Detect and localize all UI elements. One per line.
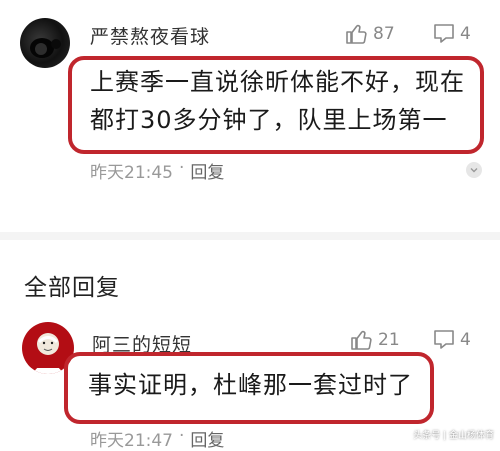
reply-link[interactable]: 回复 (190, 158, 224, 183)
reply-reply-count: 4 (460, 330, 471, 350)
watermark: 头条号 | 金山杨体育 (413, 431, 494, 441)
comment-meta: 昨天21:45 · 回复 (90, 158, 224, 183)
like-count: 87 (373, 24, 395, 44)
reply-like-button[interactable]: 21 (350, 328, 400, 352)
reply-reply-button[interactable]: 4 (432, 328, 471, 352)
comment-icon (434, 24, 454, 43)
user-avatar[interactable] (20, 18, 70, 68)
meta-separator: · (179, 158, 185, 178)
more-button[interactable] (466, 162, 482, 178)
chevron-down-icon (470, 168, 478, 173)
reply-text: 事实证明，杜峰那一套过时了 (88, 371, 413, 399)
comment-icon (434, 330, 454, 349)
reply-time: 昨天21:47 (90, 431, 173, 451)
reply-reply-link[interactable]: 回复 (190, 426, 224, 451)
reply-like-count: 21 (378, 330, 400, 350)
reply-button[interactable]: 4 (432, 22, 471, 46)
comment-username[interactable]: 严禁熬夜看球 (90, 22, 210, 49)
comment-text-line-2: 都打30多分钟了，队里上场第一 (90, 106, 448, 134)
thumbs-up-icon (346, 24, 367, 44)
reply-count: 4 (460, 24, 471, 44)
like-button[interactable]: 87 (345, 22, 395, 46)
reply-meta: 昨天21:47 · 回复 (90, 426, 224, 451)
thumbs-up-icon (351, 330, 372, 350)
headphones-avatar-image (30, 38, 61, 58)
all-replies-title: 全部回复 (24, 275, 120, 301)
reply-meta-separator: · (179, 426, 185, 446)
comment-text-line-1: 上赛季一直说徐昕体能不好，现在 (90, 68, 465, 96)
comment-time: 昨天21:45 (90, 163, 173, 183)
section-divider (0, 232, 500, 240)
